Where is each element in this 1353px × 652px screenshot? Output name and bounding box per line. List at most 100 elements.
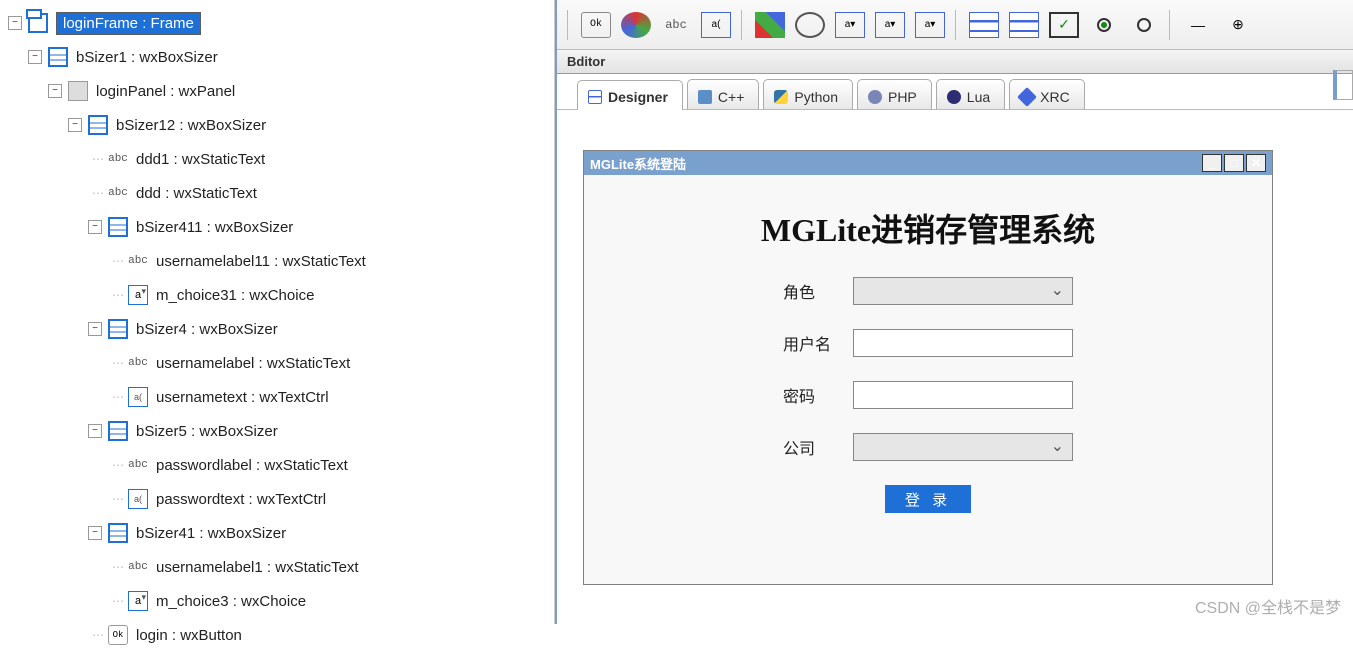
tree-node-statictext[interactable]: ⋯ abc usernamelabel1 : wxStaticText (8, 550, 554, 584)
button-icon: Ok (108, 625, 128, 645)
php-icon (868, 90, 882, 104)
listbox-widget-icon[interactable] (969, 12, 999, 38)
editor-title: Bditor (557, 50, 1353, 74)
tree-node-statictext[interactable]: ⋯ abc usernamelabel : wxStaticText (8, 346, 554, 380)
row-company: 公司 (644, 433, 1212, 461)
collapse-icon[interactable]: − (68, 118, 82, 132)
tree-node-textctrl[interactable]: ⋯ a( passwordtext : wxTextCtrl (8, 482, 554, 516)
spin-widget-icon[interactable]: ⊕ (1223, 12, 1253, 38)
python-icon (774, 90, 788, 104)
tree-node-choice[interactable]: ⋯ a m_choice3 : wxChoice (8, 584, 554, 618)
tree-node-statictext[interactable]: ⋯ abc ddd : wxStaticText (8, 176, 554, 210)
tab-php[interactable]: PHP (857, 79, 932, 109)
listctrl-widget-icon[interactable] (1009, 12, 1039, 38)
role-select[interactable] (853, 277, 1073, 305)
checkbox-widget-icon[interactable]: ✓ (1049, 12, 1079, 38)
collapse-icon[interactable]: − (88, 322, 102, 336)
tab-python[interactable]: Python (763, 79, 853, 109)
tree-node-sizer[interactable]: − bSizer5 : wxBoxSizer (8, 414, 554, 448)
tree-node-sizer[interactable]: − bSizer41 : wxBoxSizer (8, 516, 554, 550)
tree-node-statictext[interactable]: ⋯ abc passwordlabel : wxStaticText (8, 448, 554, 482)
tree-node-panel[interactable]: − loginPanel : wxPanel (8, 74, 554, 108)
collapse-icon[interactable]: − (48, 84, 62, 98)
button-widget-icon[interactable]: Ok (581, 12, 611, 38)
sizer-icon (108, 217, 128, 237)
tab-cpp[interactable]: C++ (687, 79, 759, 109)
tree-node-statictext[interactable]: ⋯ abc usernamelabel11 : wxStaticText (8, 244, 554, 278)
lua-icon (947, 90, 961, 104)
username-label: 用户名 (783, 331, 853, 355)
tab-lua[interactable]: Lua (936, 79, 1005, 109)
code-tabs: Designer C++ Python PHP Lua XRC (557, 74, 1353, 110)
tree-node-choice[interactable]: ⋯ a m_choice31 : wxChoice (8, 278, 554, 312)
radio2-widget-icon[interactable] (1129, 12, 1159, 38)
company-select[interactable] (853, 433, 1073, 461)
sizer-icon (108, 523, 128, 543)
statictext-widget-icon[interactable]: abc (661, 12, 691, 38)
collapse-icon[interactable]: − (28, 50, 42, 64)
sizer-icon (108, 319, 128, 339)
statictext-icon: abc (128, 353, 148, 373)
watermark: CSDN @全栈不是梦 (1195, 594, 1341, 618)
object-tree-panel: − loginFrame : Frame − bSizer1 : wxBoxSi… (0, 0, 555, 624)
textctrl-icon: a( (128, 489, 148, 509)
collapse-icon[interactable]: − (88, 526, 102, 540)
tree-node-sizer[interactable]: − bSizer4 : wxBoxSizer (8, 312, 554, 346)
minimize-icon[interactable]: _ (1202, 154, 1222, 172)
right-panel-stub (1333, 70, 1353, 100)
sizer-icon (48, 47, 68, 67)
cpp-icon (698, 90, 712, 104)
tree-node-button[interactable]: ⋯ Ok login : wxButton (8, 618, 554, 652)
window-titlebar[interactable]: MGLite系统登陆 _ □ ✕ (584, 151, 1272, 175)
row-role: 角色 (644, 277, 1212, 305)
tree-node-statictext[interactable]: ⋯ abc ddd1 : wxStaticText (8, 142, 554, 176)
choice-icon: a (128, 591, 148, 611)
username-input[interactable] (853, 329, 1073, 357)
company-label: 公司 (783, 435, 853, 459)
close-icon[interactable]: ✕ (1246, 154, 1266, 172)
tree-node-frame[interactable]: − loginFrame : Frame (8, 6, 554, 40)
tab-xrc[interactable]: XRC (1009, 79, 1085, 109)
row-password: 密码 (644, 381, 1212, 409)
password-label: 密码 (783, 383, 853, 407)
choice-widget-icon[interactable]: a▾ (875, 12, 905, 38)
bitmap-widget-icon[interactable] (621, 12, 651, 38)
collapse-icon[interactable]: − (88, 424, 102, 438)
object-tree[interactable]: − loginFrame : Frame − bSizer1 : wxBoxSi… (0, 0, 554, 652)
combobox-widget-icon[interactable]: a▾ (835, 12, 865, 38)
panel-icon (68, 81, 88, 101)
login-heading: MGLite进销存管理系统 (644, 205, 1212, 251)
statictext-icon: abc (108, 149, 128, 169)
collapse-icon[interactable]: − (8, 16, 22, 30)
radio-widget-icon[interactable] (1089, 12, 1119, 38)
statictext-icon: abc (128, 251, 148, 271)
designer-icon (588, 90, 602, 104)
tree-label: loginFrame : Frame (56, 12, 201, 35)
collapse-icon[interactable]: − (88, 220, 102, 234)
login-button[interactable]: 登 录 (885, 485, 971, 513)
frame-icon (28, 13, 48, 33)
tree-node-textctrl[interactable]: ⋯ a( usernametext : wxTextCtrl (8, 380, 554, 414)
xrc-icon (1017, 87, 1037, 107)
color-widget-icon[interactable] (755, 12, 785, 38)
tree-node-sizer[interactable]: − bSizer1 : wxBoxSizer (8, 40, 554, 74)
video-widget-icon[interactable] (795, 12, 825, 38)
widget-toolbar: Ok abc a( a▾ a▾ a▾ ✓ — ⊕ (557, 0, 1353, 50)
choice2-widget-icon[interactable]: a▾ (915, 12, 945, 38)
sizer-icon (108, 421, 128, 441)
maximize-icon[interactable]: □ (1224, 154, 1244, 172)
textctrl-widget-icon[interactable]: a( (701, 12, 731, 38)
slider-widget-icon[interactable]: — (1183, 12, 1213, 38)
login-panel-body: MGLite进销存管理系统 角色 用户名 密码 公司 登 录 (584, 175, 1272, 543)
tree-node-sizer[interactable]: − bSizer411 : wxBoxSizer (8, 210, 554, 244)
designer-canvas[interactable]: MGLite系统登陆 _ □ ✕ MGLite进销存管理系统 角色 用户名 密码 (583, 150, 1273, 585)
editor-panel: Ok abc a( a▾ a▾ a▾ ✓ — ⊕ Bditor Designer… (555, 0, 1353, 624)
tab-designer[interactable]: Designer (577, 80, 683, 110)
statictext-icon: abc (128, 557, 148, 577)
choice-icon: a (128, 285, 148, 305)
statictext-icon: abc (108, 183, 128, 203)
role-label: 角色 (783, 279, 853, 303)
tree-node-sizer[interactable]: − bSizer12 : wxBoxSizer (8, 108, 554, 142)
password-input[interactable] (853, 381, 1073, 409)
sizer-icon (88, 115, 108, 135)
